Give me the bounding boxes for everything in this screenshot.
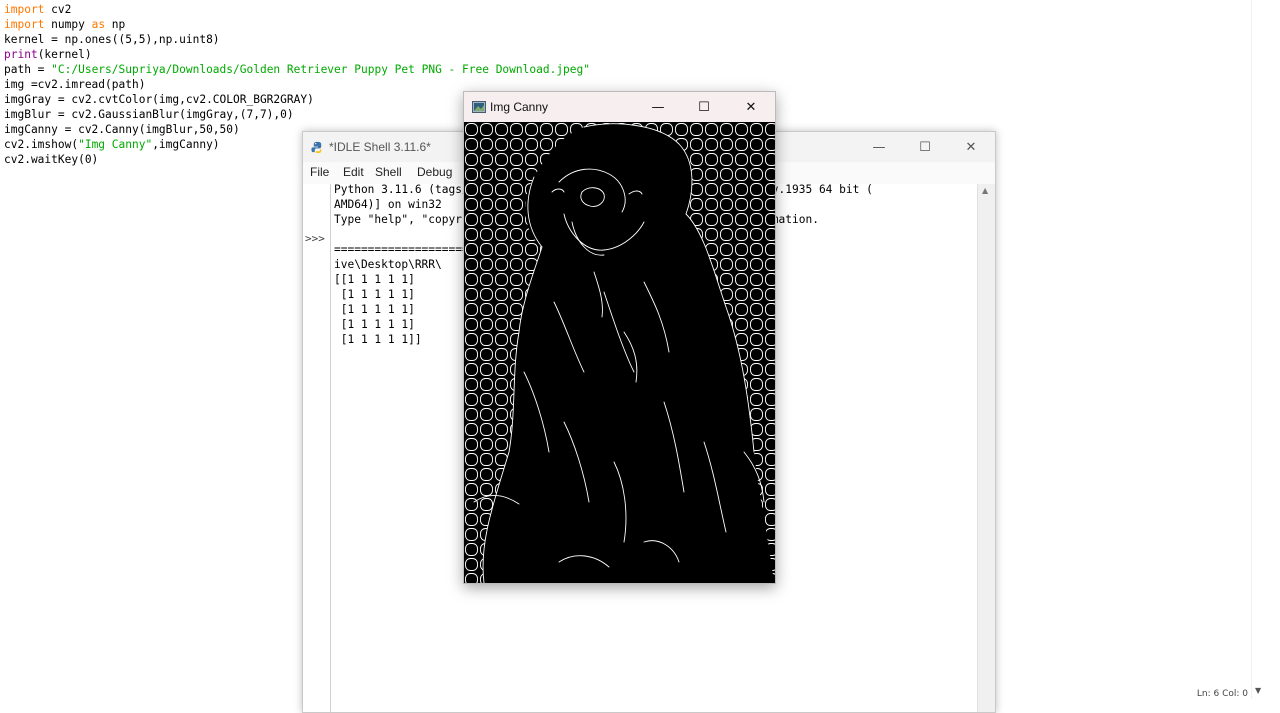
shell-output-line: [1 1 1 1 1]] xyxy=(334,333,422,346)
code-line[interactable]: imgBlur = cv2.GaussianBlur(imgGray,(7,7)… xyxy=(4,107,294,122)
minimize-icon: — xyxy=(651,99,665,115)
code-token: img =cv2.imread(path) xyxy=(4,78,146,91)
menu-file[interactable]: File xyxy=(310,165,329,179)
code-token: np xyxy=(105,18,126,31)
code-line[interactable]: import cv2 xyxy=(4,2,71,17)
menu-edit[interactable]: Edit xyxy=(343,165,364,179)
code-line[interactable]: path = "C:/Users/Supriya/Downloads/Golde… xyxy=(4,62,590,77)
code-token: imgCanny = cv2.Canny(imgBlur,50,50) xyxy=(4,123,240,136)
close-icon: ✕ xyxy=(965,139,977,155)
code-token: cv2 xyxy=(44,3,72,16)
img-canny-window[interactable]: Img Canny — ☐ ✕ xyxy=(463,91,776,584)
scroll-down-arrow-icon[interactable]: ▼ xyxy=(1255,686,1261,695)
code-token: numpy xyxy=(44,18,92,31)
maximize-icon: ☐ xyxy=(919,139,931,155)
code-token: cv2.waitKey(0) xyxy=(4,153,99,166)
code-token: as xyxy=(91,18,106,31)
canny-edge-drawing xyxy=(464,122,775,583)
prompt-gutter: >>> xyxy=(303,184,331,712)
maximize-icon: ☐ xyxy=(698,99,710,115)
close-button[interactable]: ✕ xyxy=(948,132,994,162)
code-token: imgBlur = cv2.GaussianBlur(imgGray,(7,7)… xyxy=(4,108,294,121)
opencv-window-icon xyxy=(472,101,486,113)
code-line[interactable]: print(kernel) xyxy=(4,47,92,62)
window-title: Img Canny xyxy=(490,100,549,114)
code-line[interactable]: cv2.imshow("Img Canny",imgCanny) xyxy=(4,137,220,152)
python-icon xyxy=(311,141,322,154)
shell-output-line: [1 1 1 1 1] xyxy=(334,318,415,331)
menu-debug[interactable]: Debug xyxy=(417,165,452,179)
code-line[interactable]: imgGray = cv2.cvtColor(img,cv2.COLOR_BGR… xyxy=(4,92,314,107)
minimize-button[interactable]: — xyxy=(635,92,681,122)
shell-output-line: [[1 1 1 1 1] xyxy=(334,273,415,286)
code-token: cv2.imshow( xyxy=(4,138,79,151)
code-token: print xyxy=(4,48,38,61)
code-token: (kernel) xyxy=(37,48,92,61)
code-token: "Img Canny" xyxy=(78,138,153,151)
canny-edge-image xyxy=(464,122,775,583)
shell-output-line: AMD64)] on win32 xyxy=(334,198,442,211)
close-icon: ✕ xyxy=(745,99,757,115)
code-token: import xyxy=(4,18,45,31)
close-button[interactable]: ✕ xyxy=(728,92,774,122)
shell-output-line: [1 1 1 1 1] xyxy=(334,288,415,301)
code-token: kernel = np.ones((5,5),np.uint8) xyxy=(4,33,220,46)
code-line[interactable]: import numpy as np xyxy=(4,17,125,32)
shell-output-line: [1 1 1 1 1] xyxy=(334,303,415,316)
code-token: ,imgCanny) xyxy=(152,138,220,151)
maximize-button[interactable]: ☐ xyxy=(681,92,727,122)
minimize-button[interactable]: — xyxy=(856,132,902,162)
code-token: path = xyxy=(4,63,52,76)
code-line[interactable]: imgCanny = cv2.Canny(imgBlur,50,50) xyxy=(4,122,240,137)
editor-scrollbar[interactable]: ▼ xyxy=(1251,0,1266,699)
menu-shell[interactable]: Shell xyxy=(375,165,402,179)
code-token: "C:/Users/Supriya/Downloads/Golden Retri… xyxy=(51,63,590,76)
code-line[interactable]: cv2.waitKey(0) xyxy=(4,152,98,167)
scroll-up-arrow-icon[interactable]: ▲ xyxy=(982,186,988,195)
shell-scrollbar[interactable]: ▲ xyxy=(977,184,995,712)
code-line[interactable]: img =cv2.imread(path) xyxy=(4,77,145,92)
shell-prompt: >>> xyxy=(305,232,325,245)
code-token: imgGray = cv2.cvtColor(img,cv2.COLOR_BGR… xyxy=(4,93,314,106)
canny-titlebar[interactable]: Img Canny — ☐ ✕ xyxy=(464,92,775,122)
maximize-button[interactable]: ☐ xyxy=(902,132,948,162)
window-title: *IDLE Shell 3.11.6* xyxy=(329,140,431,154)
editor-status: Ln: 6 Col: 0 xyxy=(1196,689,1248,699)
code-line[interactable]: kernel = np.ones((5,5),np.uint8) xyxy=(4,32,220,47)
code-token: import xyxy=(4,3,45,16)
minimize-icon: — xyxy=(872,139,886,155)
